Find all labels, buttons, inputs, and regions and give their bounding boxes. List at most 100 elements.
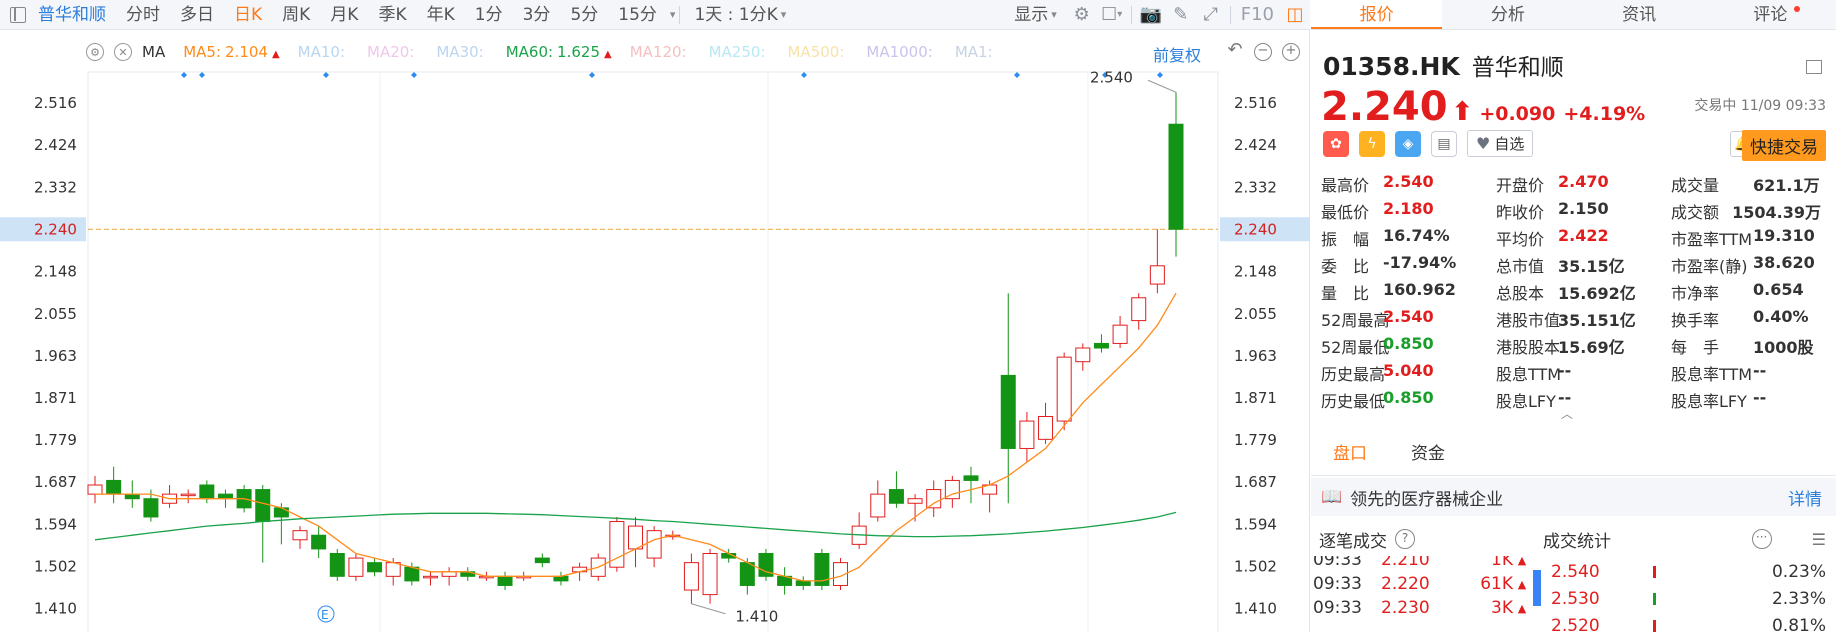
fullscreen-icon[interactable]: ⤢ xyxy=(1196,0,1226,30)
draw-box-icon[interactable]: ☐ ▾ xyxy=(1097,0,1127,30)
candle-body xyxy=(1131,297,1147,322)
quote-label: 股息率TTM xyxy=(1671,365,1753,384)
zoom-out-icon[interactable]: − xyxy=(1254,43,1272,61)
candle-body xyxy=(534,557,550,564)
sub-tab[interactable]: 资金 xyxy=(1389,432,1467,475)
period-tab[interactable]: 日K xyxy=(224,0,272,30)
trade-status: 交易中 11/09 09:33 xyxy=(1694,98,1826,114)
right-tab[interactable]: 报价 xyxy=(1311,0,1443,29)
add-watchlist-button[interactable]: ♥ 自选 xyxy=(1467,130,1534,157)
adjust-price-select[interactable]: 前复权 xyxy=(1153,42,1201,66)
right-tab[interactable]: 分析 xyxy=(1442,0,1573,29)
ma-item[interactable]: MA30: xyxy=(436,43,487,61)
ma-item-label: MA20: xyxy=(367,43,415,61)
ma-item[interactable]: MA10: xyxy=(298,43,349,61)
ma-item[interactable]: MA120: xyxy=(630,43,691,61)
quote-cell: 换手率 0.40% xyxy=(1671,307,1821,334)
sidebar-toggle-icon[interactable] xyxy=(10,6,26,23)
expand-icon[interactable] xyxy=(1806,60,1822,74)
event-diamond xyxy=(199,72,205,78)
camera-icon[interactable]: 📷 xyxy=(1136,0,1166,30)
kline-svg[interactable]: 2.516 2.516 2.424 2.424 2.332 2.332 2.148 2.148… xyxy=(0,66,1310,632)
settings-icon[interactable]: ⚙ xyxy=(1067,0,1097,30)
list-icon[interactable]: ☰ xyxy=(1812,530,1826,549)
period-tab[interactable]: 周K xyxy=(272,0,320,30)
help-icon[interactable]: ? xyxy=(1395,529,1415,549)
distribution-price: 2.530 xyxy=(1551,588,1600,609)
detail-link[interactable]: 详情 xyxy=(1788,485,1822,510)
quote-label: 港股市值 xyxy=(1496,311,1561,330)
zoom-in-icon[interactable]: + xyxy=(1282,43,1300,61)
ma-item[interactable]: MA20: xyxy=(367,43,418,61)
stock-name-tab[interactable]: 普华和顺 xyxy=(34,0,116,30)
hk-flag-icon[interactable]: ✿ xyxy=(1323,130,1349,157)
ma-indicator-bar: ⚙ ✕ MA MA5: 2.104 ▲ MA10: MA20: MA30: MA60: 1.6… xyxy=(86,40,1015,64)
panel-toggle-icon[interactable]: ◫ xyxy=(1280,0,1310,30)
ma-item[interactable]: MA5: 2.104 ▲ xyxy=(183,43,279,61)
quote-label: 平均价 xyxy=(1496,230,1545,249)
y-axis-label-left: 2.424 xyxy=(34,136,77,154)
ma-item-label: MA30: xyxy=(436,43,484,61)
ma-close-icon[interactable]: ✕ xyxy=(114,43,132,61)
ma-item[interactable]: MA1000: xyxy=(866,43,936,61)
quote-cell: 量 比 160.962 xyxy=(1321,280,1496,307)
tag-icon[interactable]: ◈ xyxy=(1395,130,1421,157)
lightning-icon[interactable]: ϟ xyxy=(1359,130,1385,157)
quote-cell: 最低价 2.180 xyxy=(1321,199,1496,226)
period-tab[interactable]: 1分 xyxy=(465,0,513,30)
period-tab[interactable]: 分时 xyxy=(116,0,170,30)
quote-value: 16.74% xyxy=(1383,226,1450,245)
period-tab[interactable]: 5分 xyxy=(560,0,608,30)
volume-distribution[interactable]: 2.540 0.23% 2.530 2.33% 2.520 0.81% xyxy=(1543,558,1836,632)
undo-icon[interactable]: ↶ xyxy=(1226,41,1244,61)
quote-label: 历史最高 xyxy=(1321,365,1386,384)
quote-label: 最高价 xyxy=(1321,176,1370,195)
tick-vol: 1K xyxy=(1491,556,1513,570)
distribution-bar xyxy=(1653,565,1656,578)
right-tab[interactable]: 资讯 xyxy=(1574,0,1705,29)
period-tab[interactable]: 年K xyxy=(417,0,465,30)
candle-body xyxy=(143,498,159,518)
ma-items: MA5: 2.104 ▲ MA10: MA20: MA30: MA60: 1.625 ▲ MA12… xyxy=(183,43,1014,61)
y-axis-label-right: 1.871 xyxy=(1234,389,1277,407)
chevron-down-icon[interactable]: ▾ xyxy=(670,8,676,21)
up-triangle-icon: ▲ xyxy=(1517,601,1527,615)
ma-settings-icon[interactable]: ⚙ xyxy=(86,43,104,61)
ma-item[interactable]: MA1: xyxy=(955,43,997,61)
f10-button[interactable]: F10 xyxy=(1235,0,1280,30)
period-tab[interactable]: 多日 xyxy=(170,0,224,30)
tick-row: 09:33 2.210 1K ▲ xyxy=(1311,556,1533,572)
ma-item[interactable]: MA250: xyxy=(709,43,770,61)
period-tab[interactable]: 3分 xyxy=(513,0,561,30)
pen-icon[interactable]: ✎ xyxy=(1166,0,1196,30)
period-tab[interactable]: 月K xyxy=(320,0,368,30)
quote-cell: 52周最高 2.540 xyxy=(1321,307,1496,334)
period-tab[interactable]: 季K xyxy=(368,0,416,30)
more-icon[interactable]: ··· xyxy=(1751,529,1772,549)
industry-bar: 📖 领先的医疗器械企业 详情 xyxy=(1311,478,1836,516)
right-tabs: 报价 分析 资讯 评论 xyxy=(1311,0,1836,30)
bookmark-icon[interactable]: ▤ xyxy=(1431,130,1457,157)
period-tab[interactable]: 15分 xyxy=(608,0,667,30)
ma-item[interactable]: MA500: xyxy=(787,43,848,61)
sub-tab[interactable]: 盘口 xyxy=(1311,432,1389,475)
display-select[interactable]: 显示 ▾ xyxy=(1004,0,1067,30)
collapse-chevron-icon[interactable]: ︿ xyxy=(1561,405,1573,422)
tick-scrollbar[interactable] xyxy=(1533,570,1541,606)
quote-label: 委 比 xyxy=(1321,257,1370,276)
distribution-row: 2.530 2.33% xyxy=(1543,585,1836,612)
fast-trade-button[interactable]: 快捷交易 xyxy=(1742,130,1826,161)
ma-item[interactable]: MA60: 1.625 ▲ xyxy=(506,43,612,61)
kline-chart[interactable]: 2.516 2.516 2.424 2.424 2.332 2.332 2.148 2.148… xyxy=(0,66,1310,632)
quote-value: 1000股 xyxy=(1753,338,1814,357)
ma-label[interactable]: MA xyxy=(142,43,165,61)
watchlist-label: 自选 xyxy=(1494,135,1525,153)
y-axis-label-left: 1.687 xyxy=(34,473,77,491)
tick-row: 09:33 2.220 61K ▲ xyxy=(1311,572,1533,596)
right-tab[interactable]: 评论 xyxy=(1705,0,1836,29)
candle-body xyxy=(926,489,942,509)
tick-list[interactable]: 09:33 2.210 1K ▲ 09:33 2.220 61K ▲ 09:33 2.230 3K ▲ xyxy=(1311,556,1533,632)
quote-cell: 历史最高 5.040 xyxy=(1321,361,1496,388)
y-axis-label-left: 1.963 xyxy=(34,347,77,365)
interval-select[interactable]: 1天 : 1分K ▾ xyxy=(684,0,796,30)
